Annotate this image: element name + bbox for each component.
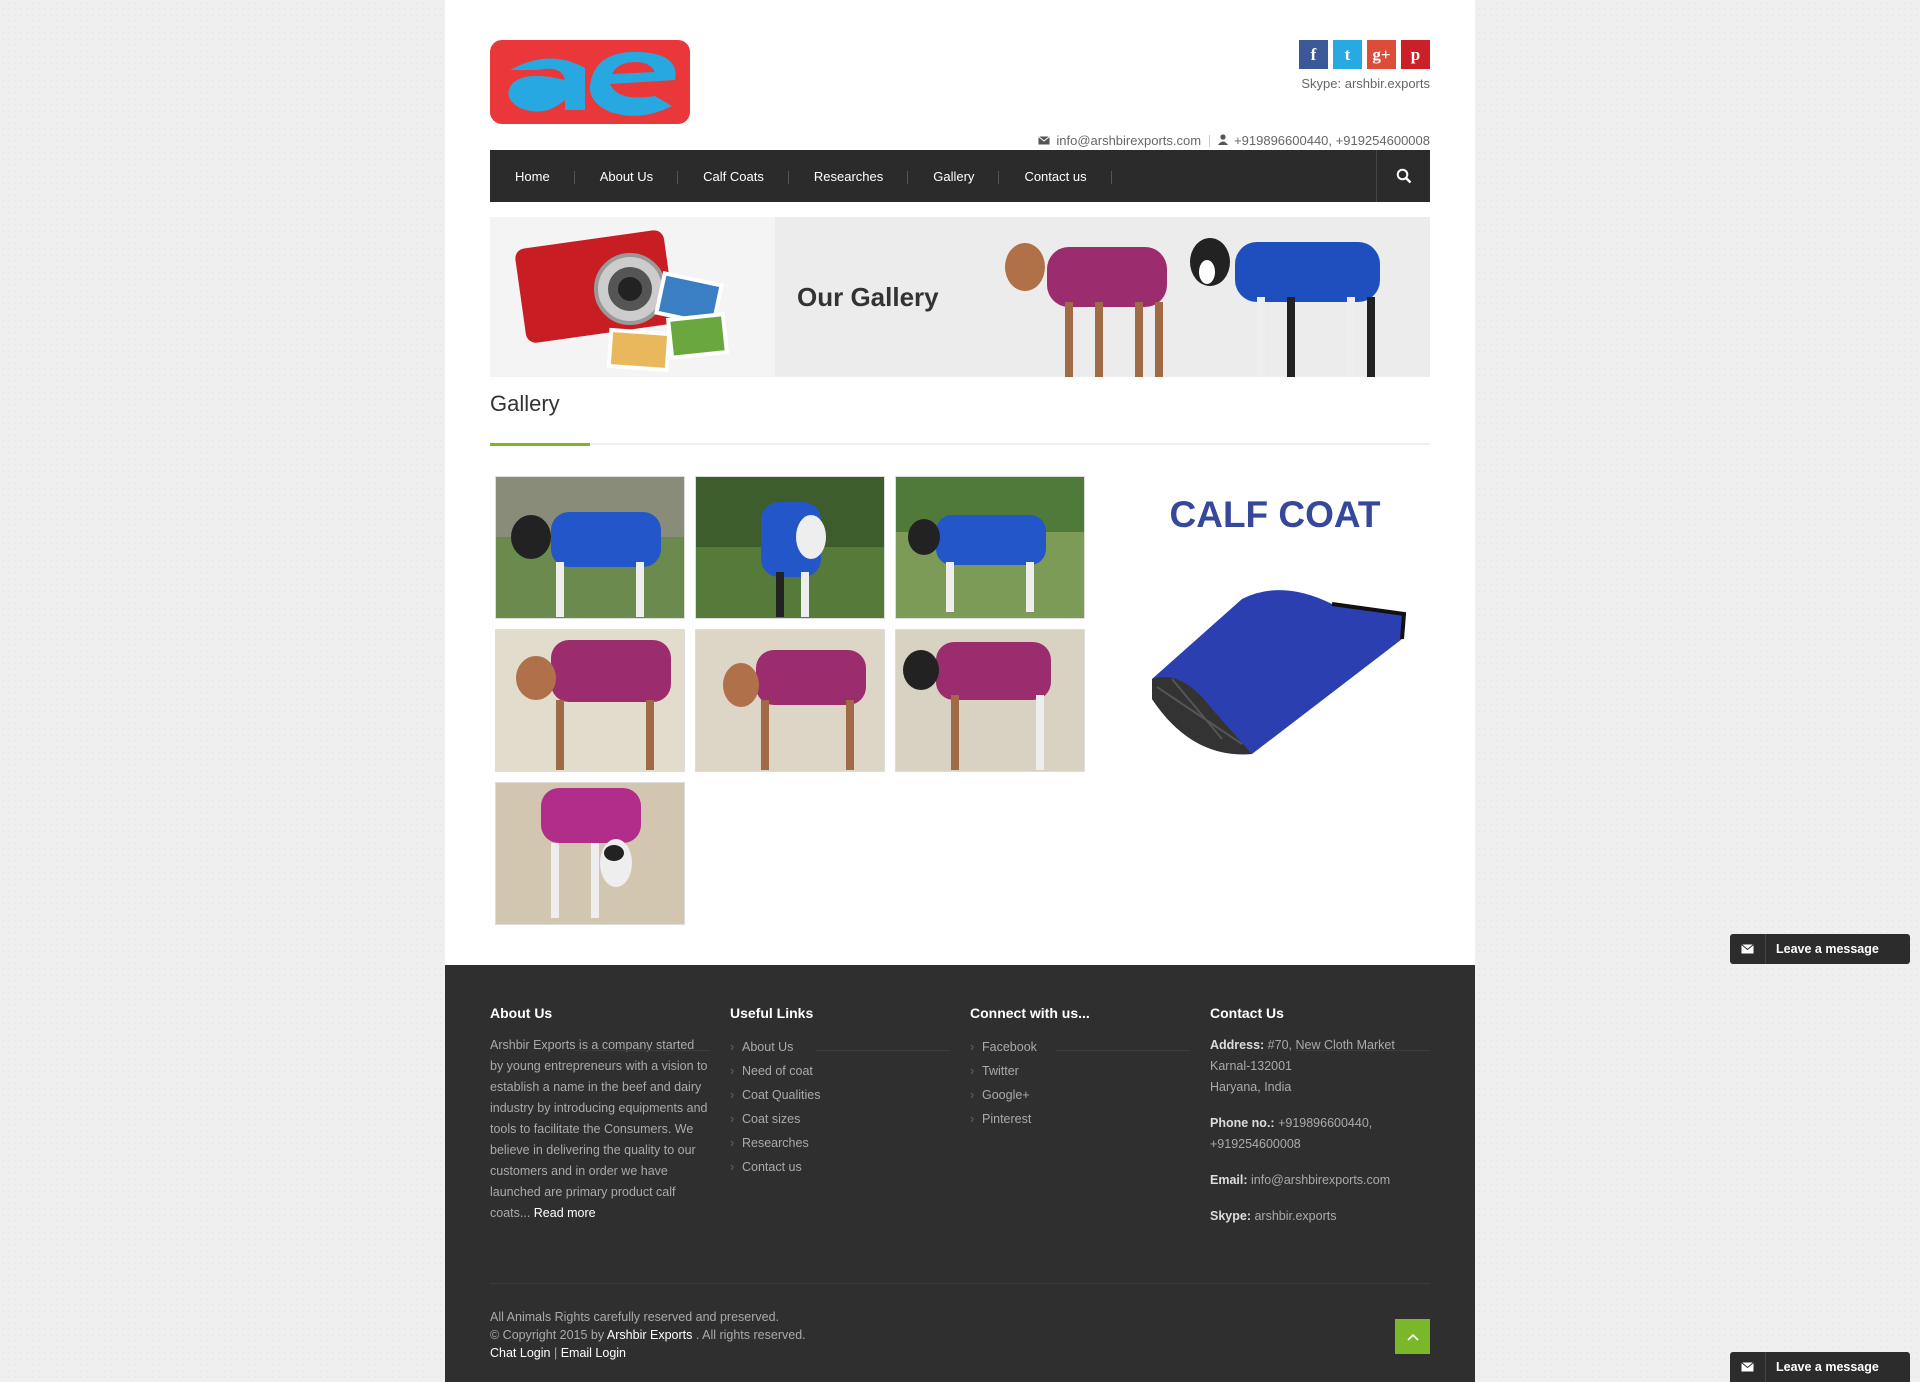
footer-contact-title: Contact Us — [1210, 1005, 1284, 1021]
chevron-up-icon — [1406, 1333, 1419, 1341]
calves-illustration — [1005, 238, 1380, 377]
envelope-icon — [1730, 934, 1766, 964]
title-underline — [490, 443, 1430, 446]
footer-about-title: About Us — [490, 1005, 553, 1021]
gallery-thumbnail[interactable] — [895, 476, 1085, 619]
footer-about-text: Arshbir Exports is a company started by … — [490, 1038, 708, 1220]
google-plus-icon[interactable]: g+ — [1367, 40, 1396, 69]
company-link[interactable]: Arshbir Exports — [607, 1328, 692, 1342]
nav-contact-us[interactable]: Contact us — [999, 169, 1112, 184]
skype-contact: Skype: arshbir.exports — [1301, 76, 1430, 91]
divider — [490, 1283, 1430, 1284]
divider — [1209, 134, 1211, 147]
user-icon — [1218, 133, 1229, 148]
calf-coat-image — [1152, 590, 1407, 755]
nav-home[interactable]: Home — [490, 169, 575, 184]
footer-contact: Contact Us Address: #70, New Cloth Marke… — [1210, 1005, 1430, 1242]
footer-link[interactable]: Researches — [730, 1131, 950, 1155]
gallery-thumbnail[interactable] — [495, 782, 685, 925]
header-contact: info@arshbirexports.com +919896600440, +… — [1038, 133, 1430, 148]
footer-link[interactable]: Need of coat — [730, 1059, 950, 1083]
search-icon — [1396, 168, 1411, 184]
footer-links: Useful Links About Us Need of coat Coat … — [730, 1005, 950, 1179]
envelope-icon — [1730, 1352, 1766, 1382]
nav-gallery[interactable]: Gallery — [908, 169, 1000, 184]
gallery-thumbnail[interactable] — [495, 629, 685, 772]
gallery-thumbnail[interactable] — [895, 629, 1085, 772]
page-container: f t g+ p Skype: arshbir.exports info@ars… — [445, 0, 1475, 965]
footer-connect: Connect with us... Facebook Twitter Goog… — [970, 1005, 1190, 1131]
divider — [1295, 1050, 1430, 1051]
camera-illustration — [490, 217, 775, 377]
twitter-icon[interactable]: t — [1333, 40, 1362, 69]
pinterest-icon[interactable]: p — [1401, 40, 1430, 69]
read-more-link[interactable]: Read more — [534, 1206, 596, 1220]
header-phone: +919896600440, +919254600008 — [1234, 133, 1430, 148]
footer-social-link[interactable]: Facebook — [970, 1035, 1190, 1059]
back-to-top-button[interactable] — [1395, 1319, 1430, 1354]
social-links: f t g+ p — [1299, 40, 1430, 69]
nav-researches[interactable]: Researches — [789, 169, 909, 184]
email-login-link[interactable]: Email Login — [561, 1346, 626, 1360]
facebook-icon[interactable]: f — [1299, 40, 1328, 69]
footer-social-link[interactable]: Pinterest — [970, 1107, 1190, 1131]
footer-social-link[interactable]: Google+ — [970, 1083, 1190, 1107]
nav-about-us[interactable]: About Us — [575, 169, 679, 184]
promo-title: CALF COAT — [1169, 494, 1381, 535]
footer-copyright: All Animals Rights carefully reserved an… — [490, 1310, 806, 1360]
header-email[interactable]: info@arshbirexports.com — [1056, 133, 1201, 148]
footer-link[interactable]: Coat Qualities — [730, 1083, 950, 1107]
chat-widget[interactable]: Leave a message — [1730, 934, 1910, 964]
chat-login-link[interactable]: Chat Login — [490, 1346, 550, 1360]
gallery-thumbnail[interactable] — [695, 476, 885, 619]
gallery-thumbnail[interactable] — [695, 629, 885, 772]
footer-link[interactable]: Coat sizes — [730, 1107, 950, 1131]
site-logo[interactable] — [490, 40, 690, 124]
footer-link[interactable]: Contact us — [730, 1155, 950, 1179]
footer-link[interactable]: About Us — [730, 1035, 950, 1059]
banner-title: Our Gallery — [797, 282, 939, 312]
footer-address: Address: #70, New Cloth Market Karnal-13… — [1210, 1038, 1395, 1094]
chat-widget-bottom[interactable]: Leave a message — [1730, 1352, 1910, 1382]
calf-coat-promo[interactable]: CALF COAT — [1120, 474, 1430, 774]
nav-calf-coats[interactable]: Calf Coats — [678, 169, 789, 184]
search-button[interactable] — [1376, 150, 1430, 202]
footer-about: About Us Arshbir Exports is a company st… — [490, 1005, 710, 1224]
divider — [575, 1050, 710, 1051]
page-title: Gallery — [490, 391, 560, 416]
footer-connect-title: Connect with us... — [970, 1005, 1090, 1021]
gallery-thumbnail[interactable] — [495, 476, 685, 619]
footer-phone: Phone no.: +919896600440, +919254600008 — [1210, 1116, 1373, 1151]
footer-links-title: Useful Links — [730, 1005, 814, 1021]
footer-email: Email: info@arshbirexports.com — [1210, 1173, 1391, 1187]
footer-skype: Skype: arshbir.exports — [1210, 1209, 1337, 1223]
site-footer: About Us Arshbir Exports is a company st… — [445, 965, 1475, 1382]
footer-social-link[interactable]: Twitter — [970, 1059, 1190, 1083]
gallery-banner: Our Gallery — [490, 217, 1430, 377]
envelope-icon — [1038, 133, 1051, 148]
main-nav: Home About Us Calf Coats Researches Gall… — [490, 150, 1430, 202]
banner-right: Our Gallery — [775, 217, 1430, 377]
